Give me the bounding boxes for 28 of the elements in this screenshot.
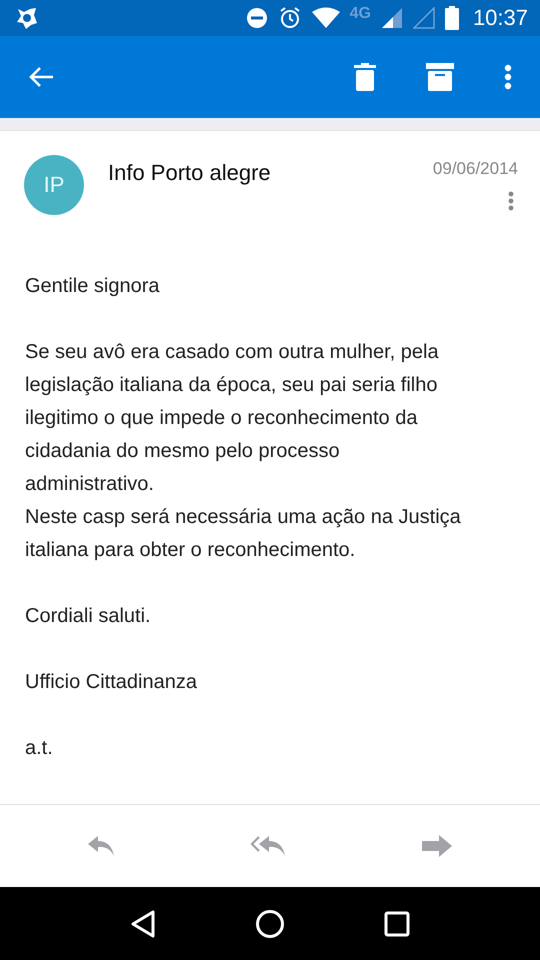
network-type: 4G	[350, 5, 371, 23]
message-text: Neste casp será necessária uma ação na Justiça italiana para obter o reconhecimento.	[25, 505, 462, 563]
message-text: Se seu avô era casado com outra mulher, pela legislação italiana da época, seu pai seria filho ilegitimo o que impede o reconhecimento da cidadania do mesmo pelo processo administrativo.	[25, 340, 440, 497]
more-options-icon[interactable]	[504, 64, 512, 90]
sender-avatar: IP	[24, 155, 84, 215]
reply-icon[interactable]	[86, 834, 117, 858]
message-text: Gentile signora	[25, 274, 161, 299]
wifi-icon	[312, 7, 340, 29]
message-date: 09/06/2014	[432, 159, 518, 179]
archive-icon[interactable]	[426, 63, 454, 91]
forward-icon[interactable]	[421, 834, 454, 858]
signal-icon	[380, 7, 403, 29]
home-icon[interactable]	[254, 908, 285, 938]
message-text: Cordiali saluti.	[25, 604, 152, 629]
signal-empty-icon	[412, 7, 435, 29]
back-arrow-icon[interactable]	[28, 66, 54, 88]
message-text: a.t.	[25, 736, 54, 761]
delete-icon[interactable]	[354, 63, 376, 91]
back-icon[interactable]	[130, 910, 156, 938]
recent-apps-icon[interactable]	[384, 910, 410, 936]
message-text: Ufficio Cittadinanza	[25, 670, 198, 695]
alarm-icon	[278, 6, 302, 30]
battery-icon	[444, 6, 459, 30]
clock: 10:37	[472, 5, 528, 31]
sender-name: Info Porto alegre	[108, 160, 272, 186]
reply-all-icon[interactable]	[250, 834, 288, 858]
do-not-disturb-icon	[246, 7, 268, 29]
more-options-icon[interactable]	[508, 191, 514, 211]
